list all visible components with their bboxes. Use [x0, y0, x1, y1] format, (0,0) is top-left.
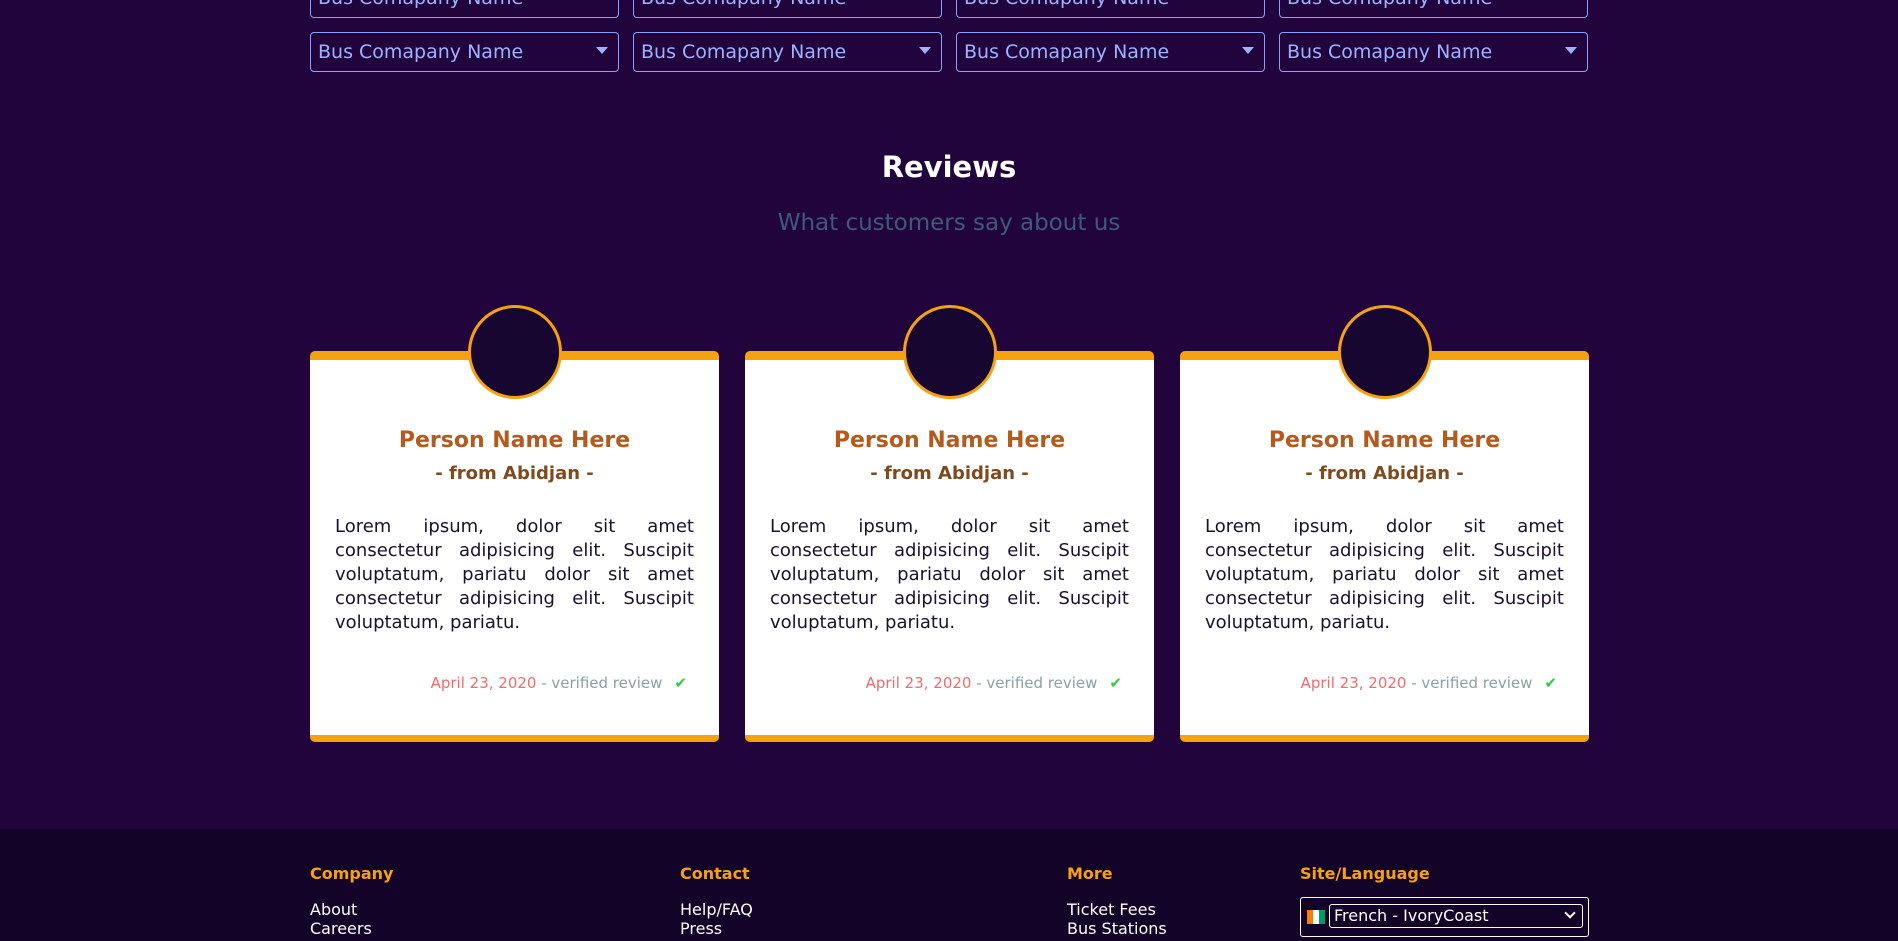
footer: Company About Careers Contact Help/FAQ P… — [0, 829, 1898, 941]
bus-company-select[interactable]: Bus Comapany Name — [310, 32, 619, 72]
bus-company-select-value: Bus Comapany Name — [1287, 41, 1493, 63]
reviewer-location: - from Abidjan - — [1305, 463, 1464, 484]
caret-down-icon — [596, 47, 608, 54]
avatar — [902, 305, 997, 399]
site-language-select[interactable]: French - IvoryCoast — [1329, 904, 1583, 928]
footer-contact-column: Contact Help/FAQ Press — [680, 864, 753, 938]
review-card: Person Name Here - from Abidjan - Lorem … — [745, 305, 1154, 742]
footer-site-language-heading: Site/Language — [1300, 864, 1430, 883]
bus-company-select-value: Bus Comapany Name — [641, 41, 847, 63]
page: Bus Comapany Name Bus Comapany Name Bus … — [0, 0, 1898, 941]
footer-more-heading: More — [1067, 864, 1113, 883]
bus-company-row-2: Bus Comapany Name Bus Comapany Name Bus … — [310, 32, 1590, 72]
bus-company-select[interactable]: Bus Comapany Name — [956, 32, 1265, 72]
footer-link-careers[interactable]: Careers — [310, 919, 393, 938]
review-meta: April 23, 2020 - verified review ✔ — [1301, 674, 1557, 692]
review-text: Lorem ipsum, dolor sit amet consectetur … — [335, 516, 694, 633]
review-card: Person Name Here - from Abidjan - Lorem … — [310, 305, 719, 742]
bus-company-select-value: Bus Comapany Name — [641, 0, 846, 9]
check-icon: ✔ — [674, 674, 687, 692]
bus-company-select-value: Bus Comapany Name — [964, 41, 1170, 63]
footer-company-column: Company About Careers — [310, 864, 393, 938]
bus-company-select[interactable]: Bus Comapany Name — [1279, 32, 1588, 72]
bus-company-select[interactable]: Bus Comapany Name — [956, 0, 1265, 18]
bus-company-select[interactable]: Bus Comapany Name — [633, 0, 942, 18]
footer-more-column: More Ticket Fees Bus Stations — [1067, 864, 1167, 938]
bus-company-row-1: Bus Comapany Name Bus Comapany Name Bus … — [310, 0, 1590, 18]
caret-down-icon — [919, 47, 931, 54]
avatar — [467, 305, 562, 399]
review-text: Lorem ipsum, dolor sit amet consectetur … — [1205, 516, 1564, 633]
bus-company-filter-grid: Bus Comapany Name Bus Comapany Name Bus … — [310, 0, 1590, 86]
footer-company-heading: Company — [310, 864, 394, 883]
ivory-coast-flag-icon — [1307, 910, 1325, 924]
footer-link-bus-stations[interactable]: Bus Stations — [1067, 919, 1167, 938]
review-date: April 23, 2020 — [430, 674, 537, 692]
verified-label: - verified review — [1406, 674, 1533, 692]
footer-link-about[interactable]: About — [310, 900, 393, 919]
bus-company-select[interactable]: Bus Comapany Name — [1279, 0, 1588, 18]
check-icon: ✔ — [1544, 674, 1557, 692]
verified-label: - verified review — [536, 674, 663, 692]
bus-company-select-value: Bus Comapany Name — [1287, 0, 1492, 9]
footer-link-help-faq[interactable]: Help/FAQ — [680, 900, 753, 919]
site-language-select-value: French - IvoryCoast — [1334, 906, 1489, 925]
review-text: Lorem ipsum, dolor sit amet consectetur … — [770, 516, 1129, 633]
bus-company-select[interactable]: Bus Comapany Name — [633, 32, 942, 72]
reviewer-name: Person Name Here — [398, 428, 631, 453]
reviews-title: Reviews — [881, 150, 1017, 184]
site-language-box: French - IvoryCoast — [1300, 897, 1589, 937]
bus-company-select[interactable]: Bus Comapany Name — [310, 0, 619, 18]
reviews-subtitle: What customers say about us — [777, 210, 1121, 236]
caret-down-icon — [1242, 47, 1254, 54]
reviewer-location: - from Abidjan - — [435, 463, 594, 484]
bus-company-select-value: Bus Comapany Name — [318, 41, 524, 63]
verified-label: - verified review — [971, 674, 1098, 692]
review-meta: April 23, 2020 - verified review ✔ — [866, 674, 1122, 692]
chevron-down-icon — [1564, 907, 1576, 919]
footer-link-ticket-fees[interactable]: Ticket Fees — [1067, 900, 1167, 919]
footer-link-press[interactable]: Press — [680, 919, 753, 938]
review-card: Person Name Here - from Abidjan - Lorem … — [1180, 305, 1589, 742]
review-date: April 23, 2020 — [865, 674, 972, 692]
reviewer-name: Person Name Here — [833, 428, 1066, 453]
bus-company-select-value: Bus Comapany Name — [318, 0, 523, 9]
reviewer-name: Person Name Here — [1268, 428, 1501, 453]
footer-contact-heading: Contact — [680, 864, 750, 883]
footer-site-language-column: Site/Language French - IvoryCoast — [1300, 864, 1600, 937]
review-date: April 23, 2020 — [1300, 674, 1407, 692]
check-icon: ✔ — [1109, 674, 1122, 692]
bus-company-select-value: Bus Comapany Name — [964, 0, 1169, 9]
reviewer-location: - from Abidjan - — [870, 463, 1029, 484]
review-meta: April 23, 2020 - verified review ✔ — [431, 674, 687, 692]
caret-down-icon — [1565, 47, 1577, 54]
avatar — [1337, 305, 1432, 399]
